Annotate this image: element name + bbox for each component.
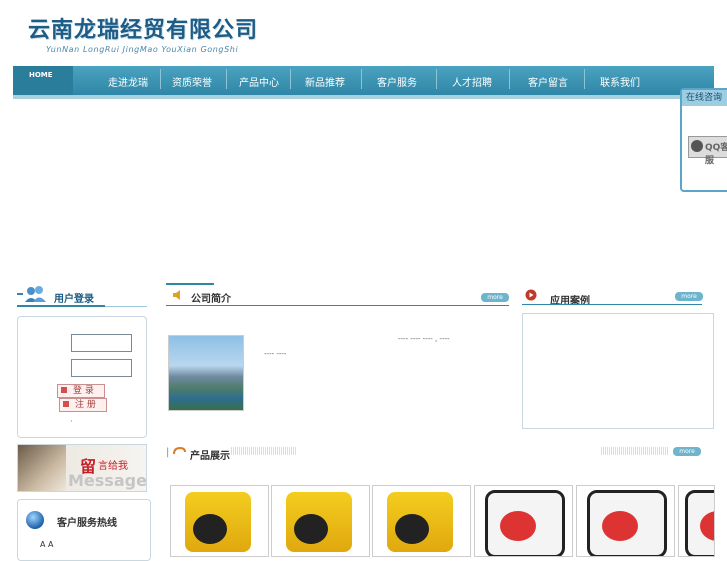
about-title-bar (166, 305, 509, 306)
message-banner-text: 言给我 (98, 461, 128, 472)
nav-separator (290, 69, 291, 89)
nav-separator (226, 69, 227, 89)
about-text-line2: ---- ---- (264, 350, 287, 358)
nav-item-jobs[interactable]: 人才招聘 (452, 74, 492, 89)
nav-item-about[interactable]: 走进龙瑞 (108, 74, 148, 89)
company-name-en: YunNan LongRui JingMao YouXian GongShi (46, 45, 239, 54)
nav-home[interactable]: HOME (13, 66, 73, 95)
login-dot: · (70, 417, 73, 427)
about-more-label: more (487, 294, 503, 301)
product-card[interactable] (576, 485, 675, 557)
products-title-pattern-right (601, 447, 669, 455)
product-card[interactable] (678, 485, 715, 557)
nav-item-service[interactable]: 客户服务 (377, 74, 417, 89)
nav-separator (361, 69, 362, 89)
about-text-line1: ---- ---- ---- , ---- (398, 335, 450, 343)
login-title-bar (17, 305, 105, 307)
online-consult-widget: 在线咨询 QQ客服 (680, 88, 727, 192)
nav-item-products[interactable]: 产品中心 (239, 74, 279, 89)
qq-service-label: QQ客服 (705, 143, 727, 166)
nav-separator (509, 69, 510, 89)
login-bullet-icon (61, 387, 67, 393)
login-button[interactable]: 登 录 (57, 384, 105, 398)
play-icon (525, 289, 537, 301)
nav-underline (13, 95, 714, 99)
register-button-label: 注 册 (75, 400, 96, 410)
nav-separator (160, 69, 161, 89)
nav-item-new-products[interactable]: 新品推荐 (305, 74, 345, 89)
message-banner-en: Message (68, 471, 147, 490)
products-title-pattern (231, 447, 297, 455)
nav-separator (436, 69, 437, 89)
cases-title-bar (522, 304, 702, 305)
products-more-button[interactable]: more (673, 447, 701, 456)
product-card[interactable] (271, 485, 370, 557)
username-input[interactable] (71, 334, 132, 352)
nav-item-honors[interactable]: 资质荣誉 (172, 74, 212, 89)
products-title: 产品展示 (190, 451, 230, 462)
company-photo (168, 335, 244, 411)
password-input[interactable] (71, 359, 132, 377)
products-separator: | (166, 447, 170, 458)
register-bullet-icon (63, 401, 69, 407)
users-icon (17, 286, 46, 302)
nav-item-contact[interactable]: 联系我们 (600, 74, 640, 89)
product-image-engine (387, 492, 453, 552)
product-image-engine (185, 492, 251, 552)
speaker-icon (173, 290, 180, 300)
product-image-engine (286, 492, 352, 552)
nav-item-guestbook[interactable]: 客户留言 (528, 74, 568, 89)
login-title: 用户登录 (54, 294, 94, 305)
qq-service-button[interactable]: QQ客服 (688, 136, 727, 166)
company-name-cn: 云南龙瑞经贸有限公司 (28, 17, 259, 43)
leave-message-banner[interactable]: 留 言给我 Message (17, 444, 147, 492)
login-title-bar-thin (105, 306, 147, 307)
cases-panel (522, 313, 714, 429)
online-consult-title: 在线咨询 (682, 90, 727, 106)
globe-icon (26, 511, 44, 529)
nav-separator (584, 69, 585, 89)
nav-home-label: HOME (29, 71, 53, 79)
register-button[interactable]: 注 册 (59, 398, 107, 412)
product-card[interactable] (474, 485, 573, 557)
login-button-label: 登 录 (73, 386, 94, 396)
products-more-label: more (679, 448, 695, 455)
about-title: 公司简介 (191, 294, 231, 305)
cases-more-label: more (681, 293, 697, 300)
hotline-panel (17, 499, 151, 561)
about-more-button[interactable]: more (481, 293, 509, 302)
cases-more-button[interactable]: more (675, 292, 703, 301)
hotline-title: 客户服务热线 (57, 518, 117, 529)
qq-icon (691, 140, 703, 152)
product-image-pump (587, 490, 667, 556)
product-image-pump (485, 490, 565, 556)
product-card[interactable] (170, 485, 269, 557)
swirl-icon (173, 446, 186, 455)
product-card[interactable] (372, 485, 471, 557)
message-photo (18, 445, 66, 491)
about-top-accent (166, 283, 214, 285)
product-image-pump (685, 490, 714, 556)
